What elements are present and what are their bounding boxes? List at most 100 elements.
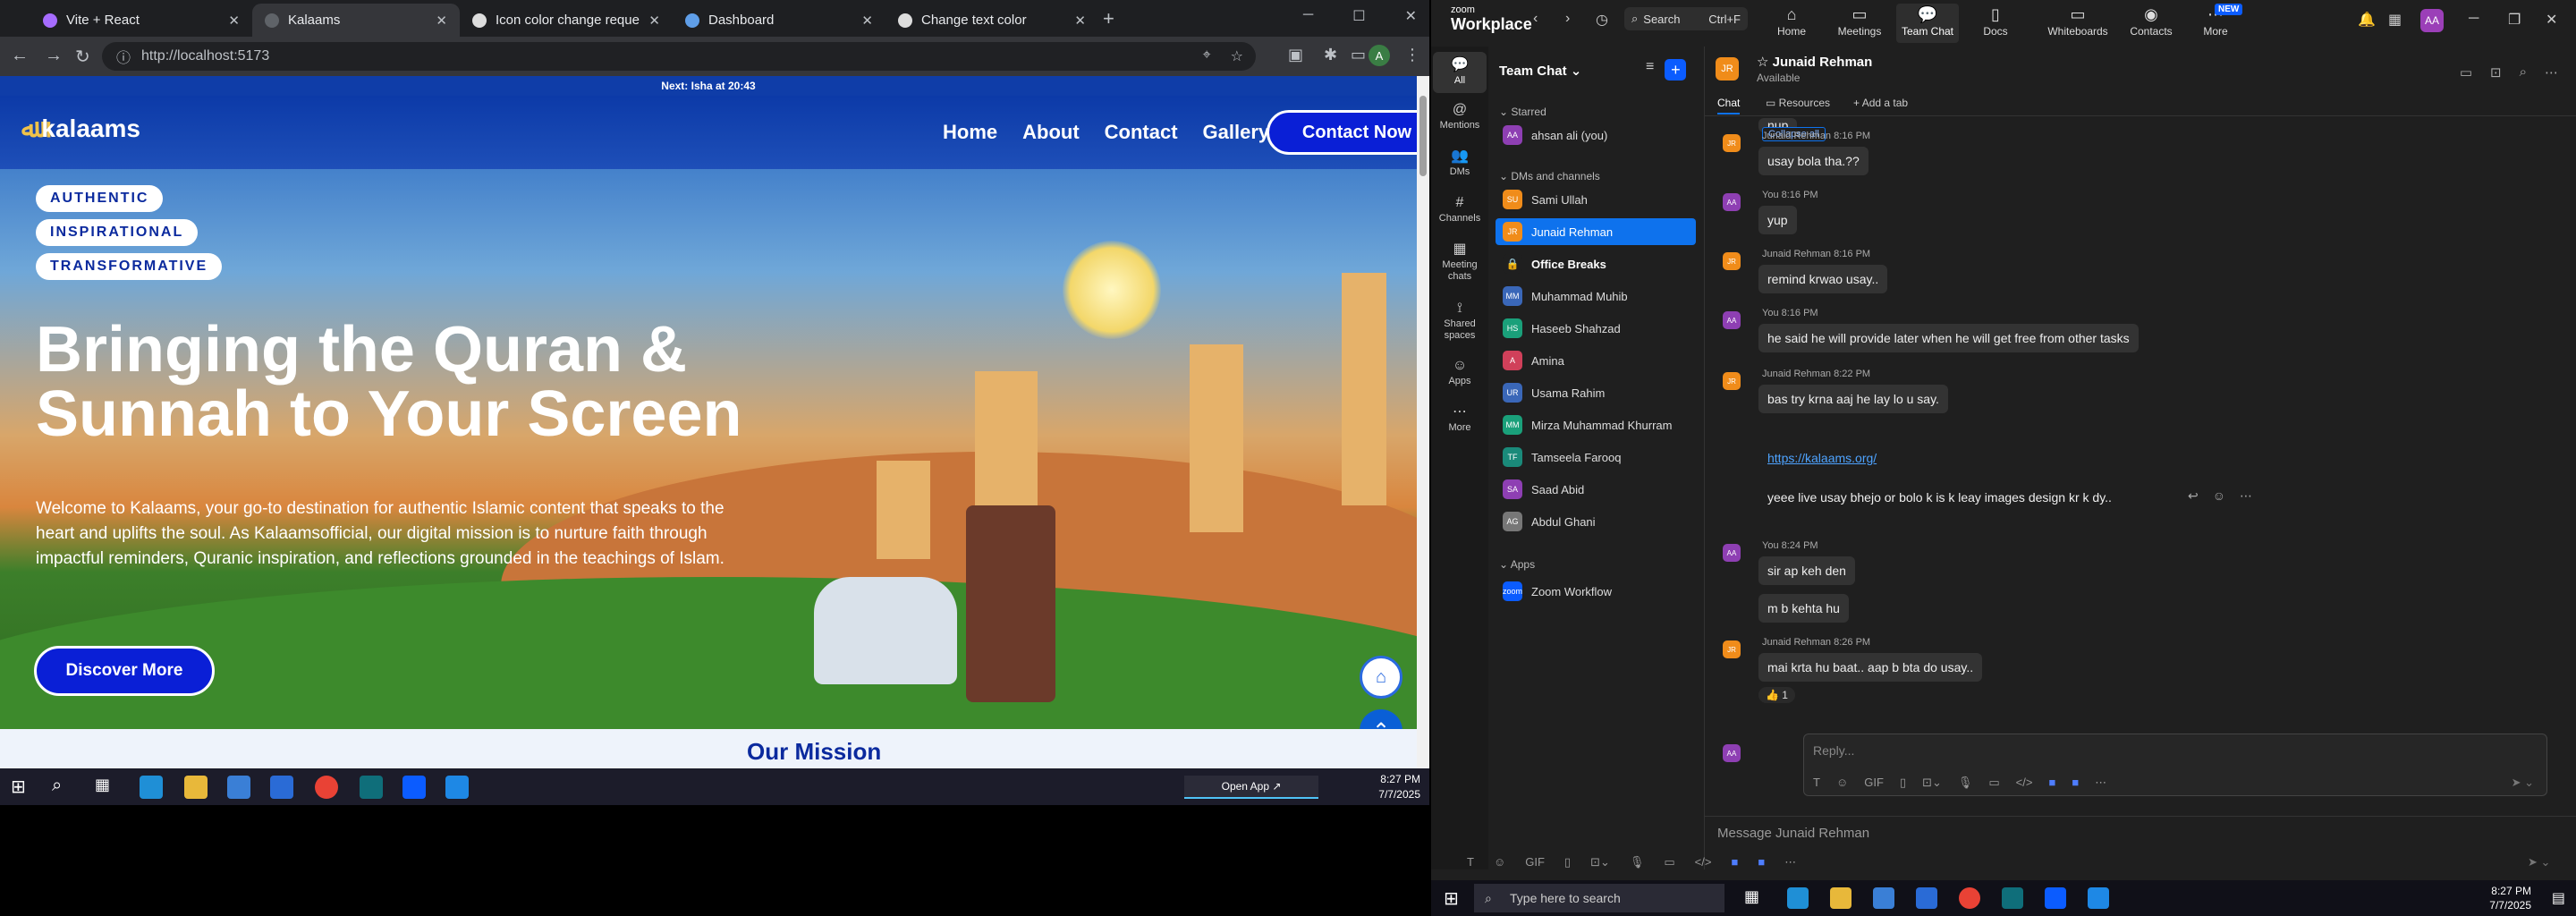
mail-icon[interactable] xyxy=(270,776,293,799)
send-icon[interactable]: ➤ ⌄ xyxy=(2528,855,2550,869)
vscode-icon[interactable] xyxy=(2088,887,2109,909)
video-msg-icon[interactable]: ▭ xyxy=(1664,855,1674,869)
windows-start-icon[interactable]: ⊞ xyxy=(11,776,34,799)
bell-icon[interactable]: 🔔 xyxy=(2358,11,2376,29)
forward-icon[interactable]: › xyxy=(1565,11,1570,27)
close-window-icon[interactable]: ✕ xyxy=(1405,7,1417,25)
app-icon[interactable]: ■ xyxy=(1758,855,1765,869)
emoji-icon[interactable]: ☺ xyxy=(2213,488,2225,504)
site-info-icon[interactable]: ⓘ xyxy=(116,46,131,67)
sidebar-contact[interactable]: 🔒 Office Breaks xyxy=(1496,250,1696,277)
gif-icon[interactable]: GIF xyxy=(1864,776,1884,790)
emoji-icon[interactable]: ☺ xyxy=(1494,855,1505,869)
zoom-taskbar-icon[interactable] xyxy=(2045,887,2066,909)
tab-contacts[interactable]: ◉ Contacts xyxy=(2120,4,2182,43)
mic-icon[interactable]: 🎙 xyxy=(1630,855,1645,869)
app-icon[interactable]: ■ xyxy=(2048,776,2055,790)
rail-all[interactable]: 💬 All xyxy=(1433,52,1487,93)
windows-start-icon[interactable]: ⊞ xyxy=(1444,887,1459,910)
close-icon[interactable]: ✕ xyxy=(228,13,240,29)
tab-icon-color[interactable]: Icon color change request ✕ xyxy=(460,4,673,37)
filter-icon[interactable]: ≡ xyxy=(1646,59,1654,81)
profile-avatar[interactable]: A xyxy=(1368,45,1390,66)
notification-icon[interactable]: ▤ xyxy=(2552,889,2565,907)
tab-kalaams[interactable]: Kalaams ✕ xyxy=(252,4,460,37)
reload-icon[interactable]: ↻ xyxy=(75,46,90,68)
sidebar-contact[interactable]: A Amina xyxy=(1496,347,1696,374)
chat-name[interactable]: ☆ Junaid Rehman xyxy=(1757,54,1872,70)
file-explorer-icon[interactable] xyxy=(1830,887,1852,909)
sidebar-title[interactable]: Team Chat ⌄ xyxy=(1499,63,1581,79)
sidebar-contact[interactable]: TF Tamseela Farooq xyxy=(1496,444,1696,471)
emoji-icon[interactable]: ☺ xyxy=(1836,776,1848,790)
sidebar-contact[interactable]: UR Usama Rahim xyxy=(1496,379,1696,406)
search-icon[interactable]: ⌕ xyxy=(2520,64,2527,81)
video-msg-icon[interactable]: ▭ xyxy=(1988,776,1999,790)
file-icon[interactable]: ▯ xyxy=(1900,776,1906,790)
sidebar-contact[interactable]: MM Muhammad Muhib xyxy=(1496,283,1696,310)
rail-channels[interactable]: # Channels xyxy=(1433,193,1487,225)
sidepanel-icon[interactable]: ▭ xyxy=(1351,46,1366,64)
close-icon[interactable]: ✕ xyxy=(861,13,873,29)
screenshot-icon[interactable]: ⊡⌄ xyxy=(1590,855,1610,869)
screen-share-icon[interactable]: ⊡ xyxy=(2490,64,2502,81)
open-app-button[interactable]: Open App ↗ xyxy=(1184,776,1318,799)
format-icon[interactable]: T xyxy=(1467,855,1474,869)
rail-mentions[interactable]: @ Mentions xyxy=(1433,100,1487,131)
file-icon[interactable]: ▯ xyxy=(1564,855,1571,869)
more-icon[interactable]: ⋯ xyxy=(2095,776,2106,790)
clock[interactable]: 8:27 PM 7/7/2025 xyxy=(1378,772,1420,802)
sidebar-contact[interactable]: SU Sami Ullah xyxy=(1496,186,1696,213)
section-apps[interactable]: ⌄ Apps xyxy=(1499,558,1535,571)
more-icon[interactable]: ⋯ xyxy=(1784,855,1796,869)
code-icon[interactable]: </> xyxy=(2016,776,2033,790)
task-view-icon[interactable]: ▦ xyxy=(95,776,118,799)
zoom-taskbar-icon[interactable] xyxy=(402,776,426,799)
chat-float-icon[interactable]: ⌂ xyxy=(1360,656,1402,699)
code-icon[interactable]: </> xyxy=(1695,855,1712,869)
sidebar-contact[interactable]: AA ahsan ali (you) xyxy=(1496,122,1696,148)
section-starred[interactable]: ⌄ Starred xyxy=(1499,106,1546,118)
tab-resources[interactable]: ▭ Resources xyxy=(1766,97,1830,109)
close-icon[interactable]: ✕ xyxy=(1074,13,1086,29)
tab-meetings[interactable]: ▭ Meetings xyxy=(1828,4,1891,43)
nav-about[interactable]: About xyxy=(1022,121,1080,144)
tab-team-chat[interactable]: 💬 Team Chat xyxy=(1896,4,1959,43)
chrome-icon[interactable] xyxy=(1959,887,1980,909)
mail-icon[interactable] xyxy=(1916,887,1937,909)
my-avatar[interactable]: AA xyxy=(2420,9,2444,32)
chat-avatar[interactable]: JR xyxy=(1716,57,1739,81)
edge-icon[interactable] xyxy=(1787,887,1809,909)
app-icon[interactable]: ■ xyxy=(1731,855,1738,869)
address-bar[interactable]: ⓘ http://localhost:5173 ⌖ ☆ xyxy=(102,42,1256,71)
more-icon[interactable]: ⋯ xyxy=(2240,488,2252,504)
minimize-icon[interactable]: ─ xyxy=(2469,11,2479,27)
rail-meeting-chats[interactable]: ▦ Meeting chats xyxy=(1433,240,1487,283)
site-logo[interactable]: ﷲ kalaams xyxy=(21,114,140,143)
scroll-thumb[interactable] xyxy=(1419,96,1427,176)
nav-home[interactable]: Home xyxy=(943,121,997,144)
location-icon[interactable]: ⌖ xyxy=(1203,47,1211,65)
tab-change-text[interactable]: Change text color ✕ xyxy=(886,4,1098,37)
vscode-icon[interactable] xyxy=(445,776,469,799)
edge-icon[interactable] xyxy=(140,776,163,799)
maximize-icon[interactable]: ❐ xyxy=(2508,11,2521,29)
mic-icon[interactable]: 🎙 xyxy=(1958,776,1973,790)
more-icon[interactable]: ⋯ xyxy=(2545,64,2558,81)
menu-kebab-icon[interactable]: ⋮ xyxy=(1404,46,1420,64)
rail-dms[interactable]: 👥 DMs xyxy=(1433,147,1487,178)
tab-docs[interactable]: ▯ Docs xyxy=(1964,4,2027,43)
extension-icon[interactable]: ▣ xyxy=(1288,46,1303,64)
section-dms[interactable]: ⌄ DMs and channels xyxy=(1499,170,1600,182)
sidebar-contact[interactable]: JR Junaid Rehman xyxy=(1496,218,1696,245)
screenshot-icon[interactable]: ⊡⌄ xyxy=(1922,776,1942,790)
minimize-icon[interactable]: ─ xyxy=(1303,7,1313,25)
gif-icon[interactable]: GIF xyxy=(1525,855,1545,869)
bookmark-star-icon[interactable]: ☆ xyxy=(1231,47,1243,65)
nav-contact[interactable]: Contact xyxy=(1105,121,1178,144)
sidebar-contact[interactable]: zoom Zoom Workflow xyxy=(1496,578,1696,605)
file-explorer-icon[interactable] xyxy=(184,776,208,799)
reaction-chip[interactable]: 👍 1 xyxy=(1758,687,1795,703)
back-icon[interactable]: ← xyxy=(11,46,29,66)
tab-add[interactable]: + Add a tab xyxy=(1853,97,1908,109)
